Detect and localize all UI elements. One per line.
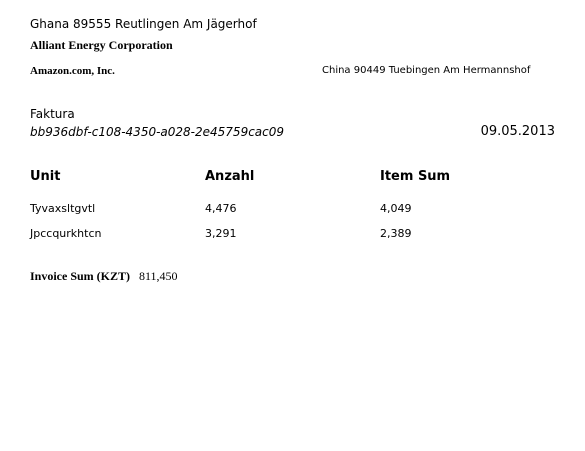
table-cell-unit: Tyvaxsltgvtl [30, 202, 96, 215]
recipient-address: China 90449 Tuebingen Am Hermannshof [322, 65, 531, 76]
invoice-date: 09.05.2013 [480, 124, 555, 139]
invoice-sum-value: 811,450 [139, 269, 178, 283]
table-cell-unit: Jpccqurkhtcn [30, 227, 102, 240]
invoice-sum-label: Invoice Sum (KZT) [30, 269, 131, 283]
table-cell-quantity: 3,291 [205, 227, 237, 240]
table-header-quantity: Anzahl [205, 169, 255, 184]
sender-address: Ghana 89555 Reutlingen Am Jägerhof [30, 17, 257, 31]
recipient-company: Amazon.com, Inc. [30, 65, 115, 77]
table-header-unit: Unit [30, 169, 61, 184]
table-cell-item-sum: 4,049 [380, 202, 412, 215]
table-cell-quantity: 4,476 [205, 202, 237, 215]
document-title: Faktura [30, 107, 75, 121]
sender-company: Alliant Energy Corporation [30, 38, 173, 52]
table-header-item-sum: Item Sum [380, 169, 451, 184]
table-cell-item-sum: 2,389 [380, 227, 412, 240]
invoice-id: bb936dbf-c108-4350-a028-2e45759cac09 [30, 125, 285, 139]
